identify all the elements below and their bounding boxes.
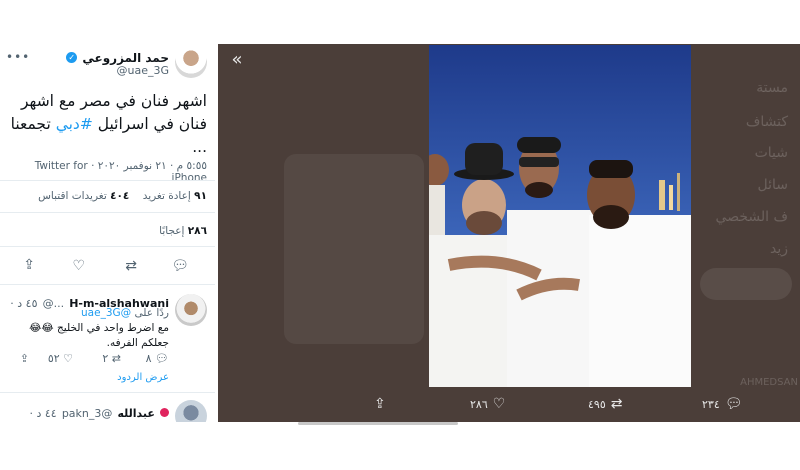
show-replies-link[interactable]: عرض الردود <box>117 372 169 383</box>
reply-actions: 💬︎ ٨ ⇄ ٢ ♡ ٥٢ ⇪ <box>6 352 169 370</box>
tweet-text-line3: ... <box>192 138 207 156</box>
reply-reply-icon[interactable]: 💬︎ ٨ <box>146 352 169 365</box>
likes-stat[interactable]: ٢٨٦ إعجابًا <box>0 225 215 237</box>
reply-icon[interactable]: 💬︎ <box>171 258 189 274</box>
ghost-nav-item: ف الشخصي <box>715 209 788 225</box>
tweet-text: اشهر فنان في مصر مع اشهر فنان في اسرائيل… <box>0 90 215 159</box>
modal-retweet-button[interactable]: ٤٩٥ ⇄ <box>588 396 622 412</box>
reply-retweet-icon[interactable]: ⇄ ٢ <box>102 352 121 365</box>
hashtag-link[interactable]: #دبي <box>56 115 93 133</box>
reply-icon: 💬︎ <box>724 396 743 412</box>
avatar[interactable] <box>175 46 207 78</box>
reply-text: مع اضرط واحد في الخليج 😂😂 جعلكم الفرفه. <box>29 322 169 349</box>
like-icon: ♡ <box>492 396 506 412</box>
divider <box>0 180 215 181</box>
modal-reply-count: ٢٣٤ <box>702 397 720 411</box>
share-icon: ⇪ <box>374 396 386 412</box>
reply-item[interactable]: H-m-alshahwani ...@ ٤٥ د · ردًا على @uae… <box>0 290 215 385</box>
tweet-actions: 💬︎ ⇄ ♡ ⇪ <box>0 252 215 282</box>
ghost-nav-item: زيد <box>769 241 788 257</box>
divider <box>0 284 215 285</box>
divider <box>0 246 215 247</box>
horizontal-scrollbar[interactable] <box>298 422 458 425</box>
tweet-text-line2: فنان في اسرائيل #دبي تجمعنا <box>10 115 207 133</box>
retweet-icon[interactable]: ⇄ <box>125 258 137 274</box>
media-viewer-modal: مستة كتشاف شيات سائل ف الشخصي زيد AHMEDS… <box>218 44 800 422</box>
tweet-time[interactable]: ٥:٥٥ م · ٢١ نوفمبر ٢٠٢٠ · <box>91 160 207 172</box>
ghost-nav-item: سائل <box>757 177 789 193</box>
reply-item[interactable]: عبدالله @3_pakn ٤٤ د · <box>0 398 215 422</box>
replying-to-handle[interactable]: @uae_3G <box>81 307 131 319</box>
tweet-text-line1: اشهر فنان في مصر مع اشهر <box>21 92 207 110</box>
quotes-stat[interactable]: ٤٠٤ تغريدات اقتباس <box>38 190 129 202</box>
like-icon[interactable]: ♡ <box>72 258 85 274</box>
ghost-nav-item: كتشاف <box>745 114 788 130</box>
ghost-nav-item: مستة <box>756 80 788 96</box>
modal-share-button[interactable]: ⇪ <box>374 396 386 412</box>
more-icon[interactable]: ••• <box>6 50 30 64</box>
avatar[interactable] <box>175 400 207 422</box>
replying-to: ردًا على @uae_3G <box>81 307 169 319</box>
reply-author-handle[interactable]: @3_pakn <box>62 407 113 420</box>
reply-time[interactable]: ٤٤ د · <box>30 407 57 420</box>
photo-image <box>429 45 691 387</box>
retweets-stat[interactable]: ٩١ إعادة تغريد <box>143 190 207 202</box>
retweet-icon: ⇄ <box>610 396 623 412</box>
tweet-panel: حمد المزروعي ✓ @uae_3G ••• اشهر فنان في … <box>0 40 215 422</box>
author-name[interactable]: حمد المزروعي <box>82 51 169 65</box>
reply-share-icon[interactable]: ⇪ <box>20 352 29 365</box>
ghost-tweet-button <box>700 268 792 300</box>
reply-author-name[interactable]: عبدالله <box>117 407 154 420</box>
ghost-media-card <box>284 154 424 344</box>
share-icon[interactable]: ⇪ <box>23 257 35 273</box>
reply-like-icon[interactable]: ♡ ٥٢ <box>48 352 73 365</box>
modal-action-bar: ⇪ ٢٨٦ ♡ ٤٩٥ ⇄ ٢٣٤ 💬︎ <box>218 388 800 422</box>
tweet-photo[interactable] <box>429 45 691 387</box>
verified-icon: ✓ <box>66 52 78 63</box>
tweet-header: حمد المزروعي ✓ @uae_3G ••• <box>0 44 215 84</box>
tweet-stats-row: ٩١ إعادة تغريد ٤٠٤ تغريدات اقتباس <box>0 190 215 202</box>
author-handle[interactable]: @uae_3G <box>116 64 169 77</box>
modal-like-button[interactable]: ٢٨٦ ♡ <box>470 396 505 412</box>
collapse-icon[interactable]: « <box>226 50 248 72</box>
avatar[interactable] <box>175 294 207 326</box>
ghost-handle: AHMEDSAN <box>740 377 798 388</box>
modal-reply-button[interactable]: ٢٣٤ 💬︎ <box>702 396 743 412</box>
divider <box>0 392 215 393</box>
modal-like-count: ٢٨٦ <box>470 397 488 411</box>
ghost-nav-item: شيات <box>754 145 788 161</box>
red-dot-icon <box>160 408 169 417</box>
modal-retweet-count: ٤٩٥ <box>588 397 606 411</box>
divider <box>0 212 215 213</box>
